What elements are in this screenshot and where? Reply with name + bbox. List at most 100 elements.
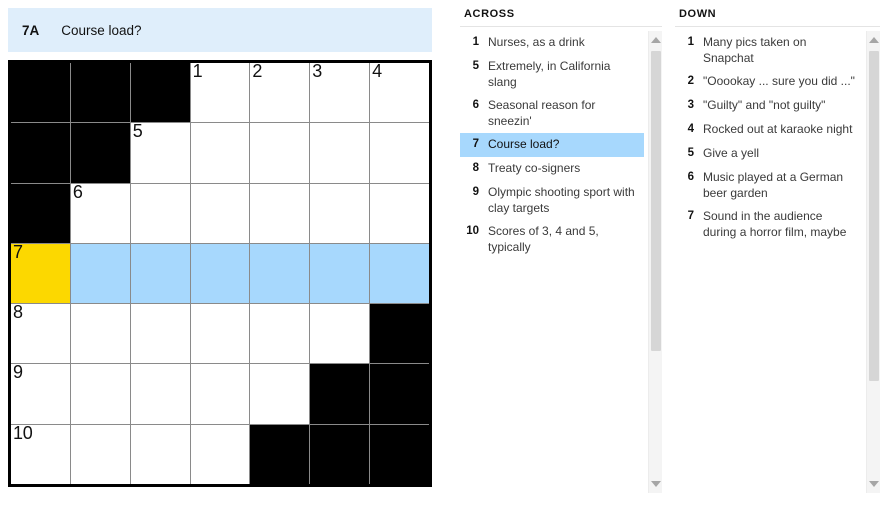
grid-cell[interactable]: [250, 243, 310, 304]
grid-cell[interactable]: [190, 364, 250, 424]
grid-cell[interactable]: 3: [310, 63, 370, 123]
grid-cell[interactable]: [130, 304, 190, 364]
triangle-up-icon: [650, 37, 661, 43]
across-heading-divider: [460, 26, 662, 27]
grid-cell[interactable]: 9: [11, 364, 70, 424]
clue-text: Seasonal reason for sneezin': [488, 98, 596, 128]
clue-item[interactable]: 5 Give a yell: [675, 142, 862, 166]
grid-block-cell: [250, 424, 310, 484]
clue-number: 5: [687, 147, 694, 159]
clue-item[interactable]: 1 Many pics taken on Snapchat: [675, 31, 862, 70]
crossword-grid-border: 1 2 3 4 5 6 7 8 9 10: [8, 60, 432, 487]
clue-text: Many pics taken on Snapchat: [703, 35, 807, 65]
clue-item[interactable]: 8 Treaty co-signers: [460, 157, 644, 181]
clue-item[interactable]: 5 Extremely, in California slang: [460, 55, 644, 94]
grid-cell[interactable]: [70, 304, 130, 364]
across-scrollbar-thumb[interactable]: [651, 51, 661, 351]
grid-cell[interactable]: 6: [70, 183, 130, 243]
down-scroll-up-button[interactable]: [867, 33, 880, 47]
clue-item[interactable]: 6 Seasonal reason for sneezin': [460, 94, 644, 133]
grid-cell-number: 7: [13, 243, 23, 262]
grid-cell[interactable]: 7: [11, 243, 70, 304]
grid-cell[interactable]: [190, 304, 250, 364]
across-clue-column: ACROSS 1 Nurses, as a drink 5 Extremely, in…: [460, 8, 662, 500]
down-heading: DOWN: [679, 8, 717, 20]
down-clue-column: DOWN 1 Many pics taken on Snapchat 2 "Ooook…: [675, 8, 880, 500]
clue-item[interactable]: 10 Scores of 3, 4 and 5, typically: [460, 220, 644, 259]
grid-cell-number: 3: [312, 63, 322, 81]
grid-cell-number: 1: [192, 63, 203, 81]
grid-block-cell: [310, 424, 370, 484]
grid-cell-number: 4: [372, 63, 382, 81]
grid-cell[interactable]: [250, 364, 310, 424]
down-clue-scroll[interactable]: 1 Many pics taken on Snapchat 2 "Ooookay ..…: [675, 31, 880, 493]
grid-cell[interactable]: 10: [11, 424, 70, 484]
clue-item[interactable]: 4 Rocked out at karaoke night: [675, 118, 862, 142]
clue-number: 6: [687, 171, 694, 183]
down-scroll-down-button[interactable]: [867, 477, 880, 491]
across-scroll-up-button[interactable]: [649, 33, 662, 47]
grid-block-cell: [70, 63, 130, 123]
current-clue-bar[interactable]: 7A Course load?: [8, 8, 432, 52]
grid-cell[interactable]: [190, 243, 250, 304]
grid-cell[interactable]: [310, 243, 370, 304]
grid-cell[interactable]: [130, 424, 190, 484]
clue-item[interactable]: 7 Sound in the audience during a horror f…: [675, 205, 862, 244]
grid-block-cell: [130, 63, 190, 123]
clue-text: Rocked out at karaoke night: [703, 122, 853, 136]
grid-cell[interactable]: 4: [370, 63, 429, 123]
grid-cell[interactable]: [250, 304, 310, 364]
crossword-grid[interactable]: 1 2 3 4 5 6 7 8 9 10: [11, 63, 429, 484]
clue-item[interactable]: 7 Course load?: [460, 133, 644, 157]
grid-cell-number: 5: [132, 123, 143, 142]
grid-cell[interactable]: 2: [250, 63, 310, 123]
grid-cell[interactable]: [190, 123, 250, 183]
clue-item[interactable]: 6 Music played at a German beer garden: [675, 166, 862, 205]
down-scrollbar[interactable]: [866, 31, 880, 493]
grid-block-cell: [11, 63, 70, 123]
clue-number: 10: [466, 225, 479, 237]
across-scroll-down-button[interactable]: [649, 477, 662, 491]
grid-cell[interactable]: [70, 364, 130, 424]
grid-cell[interactable]: [310, 123, 370, 183]
grid-cell[interactable]: 5: [130, 123, 190, 183]
grid-cell[interactable]: [130, 243, 190, 304]
grid-cell[interactable]: [370, 183, 429, 243]
across-scrollbar[interactable]: [648, 31, 662, 493]
grid-cell[interactable]: [310, 304, 370, 364]
current-clue-number: 7A: [22, 22, 40, 38]
across-heading: ACROSS: [464, 8, 515, 20]
clue-item[interactable]: 9 Olympic shooting sport with clay target…: [460, 181, 644, 220]
grid-cell[interactable]: [370, 123, 429, 183]
grid-cell-number: 10: [13, 424, 33, 443]
clue-item[interactable]: 1 Nurses, as a drink: [460, 31, 644, 55]
grid-cell[interactable]: [130, 183, 190, 243]
down-scrollbar-thumb[interactable]: [869, 51, 879, 381]
grid-cell[interactable]: [250, 183, 310, 243]
grid-cell[interactable]: [190, 424, 250, 484]
grid-cell[interactable]: [130, 364, 190, 424]
grid-cell[interactable]: [70, 243, 130, 304]
grid-cell[interactable]: [190, 183, 250, 243]
grid-cell[interactable]: [70, 424, 130, 484]
grid-cell[interactable]: [370, 243, 429, 304]
grid-cell[interactable]: 8: [11, 304, 70, 364]
puzzle-pane: 7A Course load? 1 2 3 4 5 6 7 8 9 10: [0, 0, 440, 508]
triangle-down-icon: [650, 481, 661, 487]
grid-cell[interactable]: [250, 123, 310, 183]
grid-cell[interactable]: 1: [190, 63, 250, 123]
clue-text: Treaty co-signers: [488, 161, 581, 175]
grid-cell[interactable]: [310, 183, 370, 243]
clue-item[interactable]: 3 "Guilty" and "not guilty": [675, 94, 862, 118]
clue-item[interactable]: 2 "Ooookay ... sure you did ...": [675, 70, 862, 94]
clue-number: 2: [687, 75, 694, 87]
grid-block-cell: [11, 183, 70, 243]
down-heading-divider: [675, 26, 880, 27]
grid-cell-number: 6: [72, 183, 83, 202]
triangle-down-icon: [868, 481, 879, 487]
grid-cell-number: 9: [13, 364, 23, 383]
grid-cell-number: 8: [13, 304, 23, 323]
across-clue-list: 1 Nurses, as a drink 5 Extremely, in Califo…: [460, 31, 644, 259]
clue-number: 9: [472, 186, 479, 198]
across-clue-scroll[interactable]: 1 Nurses, as a drink 5 Extremely, in Califo…: [460, 31, 662, 493]
